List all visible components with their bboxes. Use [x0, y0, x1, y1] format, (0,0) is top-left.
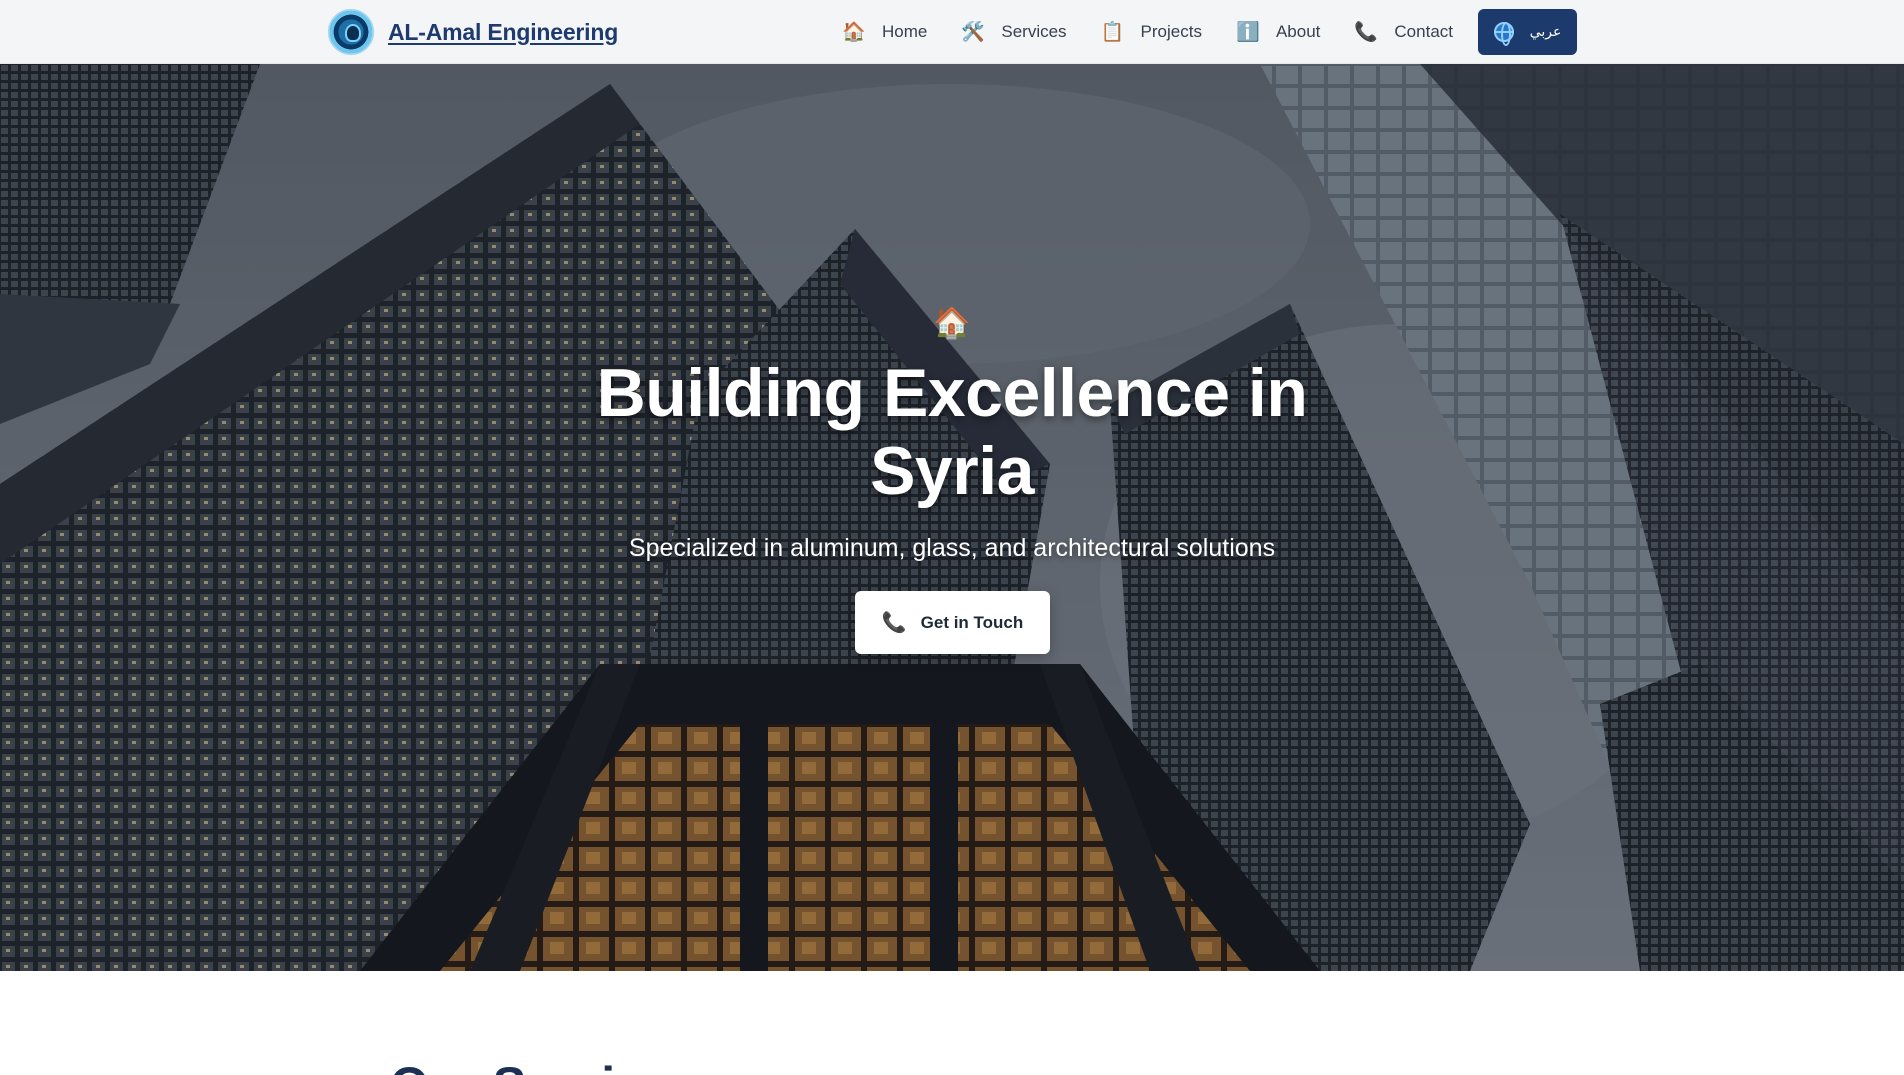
hero-title: Building Excellence in Syria: [596, 355, 1308, 509]
language-label: عربي: [1529, 24, 1562, 40]
language-toggle-button[interactable]: عربي: [1478, 9, 1577, 55]
home-icon: 🏠: [842, 21, 866, 43]
tools-icon: 🛠️: [961, 21, 986, 43]
nav-item-services[interactable]: 🛠️ Services: [944, 0, 1083, 64]
nav-item-label: Contact: [1394, 22, 1453, 41]
nav-item-label: Services: [1001, 22, 1067, 41]
services-heading: Our Services: [390, 1055, 699, 1075]
nav-item-home[interactable]: 🏠 Home: [825, 0, 944, 64]
main-nav: 🏠 Home 🛠️ Services 📋 Projects ℹ️ About 📞…: [825, 0, 1470, 64]
nav-item-label: About: [1275, 22, 1321, 41]
nav-item-contact[interactable]: 📞 Contact: [1337, 0, 1470, 64]
top-navbar: AL-Amal Engineering 🏠 Home 🛠️ Services 📋…: [0, 0, 1904, 64]
info-icon: ℹ️: [1235, 21, 1260, 43]
cta-label: Get in Touch: [920, 612, 1024, 632]
nav-item-label: Home: [882, 22, 928, 41]
nav-item-projects[interactable]: 📋 Projects: [1084, 0, 1219, 64]
company-logo-icon: [328, 9, 374, 55]
hero-subtitle: Specialized in aluminum, glass, and arch…: [628, 534, 1276, 562]
get-in-touch-button[interactable]: 📞 Get in Touch: [855, 591, 1050, 654]
brand-link[interactable]: AL-Amal Engineering: [328, 9, 619, 55]
clipboard-icon: 📋: [1100, 21, 1125, 43]
brand-name: AL-Amal Engineering: [388, 18, 619, 45]
globe-icon: [1493, 22, 1514, 46]
home-icon: 🏠: [933, 307, 971, 340]
nav-item-about[interactable]: ℹ️ About: [1219, 0, 1337, 64]
hero-content: 🏠 Building Excellence in Syria Specializ…: [0, 64, 1904, 971]
hero-section: 🏠 Building Excellence in Syria Specializ…: [0, 64, 1904, 971]
nav-item-label: Projects: [1140, 22, 1202, 41]
phone-icon: 📞: [1354, 21, 1379, 43]
phone-icon: 📞: [881, 611, 907, 634]
